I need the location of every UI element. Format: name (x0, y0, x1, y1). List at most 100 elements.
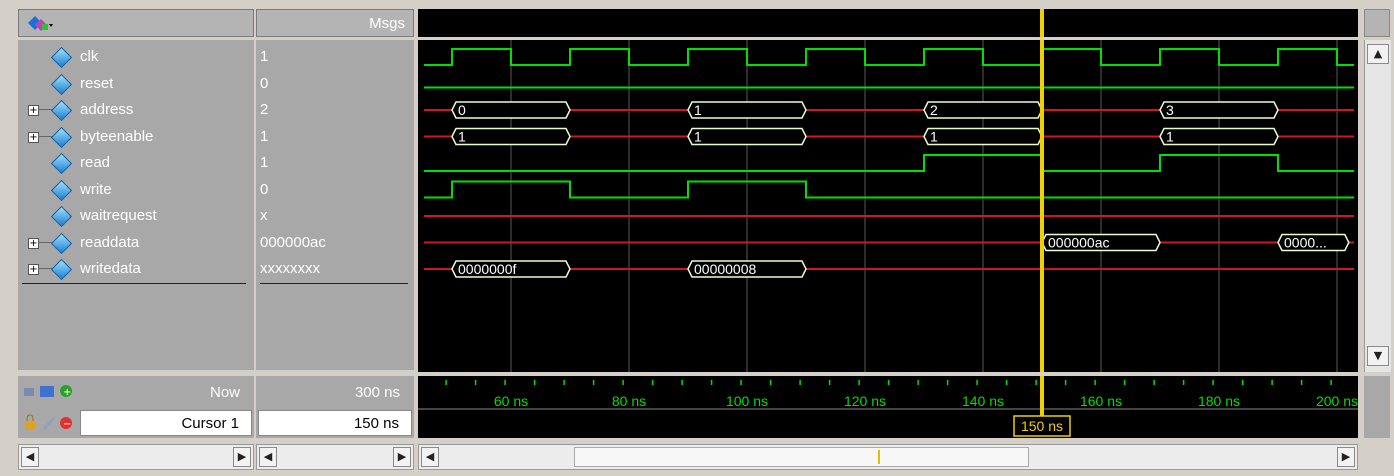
names-header (18, 9, 254, 37)
footer-corner (1364, 376, 1390, 438)
address-bus-segment (1159, 101, 1279, 119)
insertion-line (260, 283, 408, 284)
values-header: Msgs (256, 9, 414, 37)
insertion-line (22, 283, 246, 284)
signal-name: waitrequest (80, 207, 157, 224)
names-scroll-left[interactable]: ◀ (21, 447, 39, 467)
byteenable-bus-segment (687, 127, 807, 146)
msgs-header-label: Msgs (369, 15, 405, 32)
write-waveform (424, 180, 1354, 199)
scroll-down-button[interactable]: ▼ (1367, 346, 1389, 366)
writedata-bus-segment-label: 00000008 (694, 261, 757, 277)
signal-names-panel: clk reset + address + byteenable read write wait… (18, 40, 254, 370)
cursor-line-header (1040, 9, 1044, 37)
signal-name: byteenable (80, 127, 154, 145)
wave-scroll-right[interactable]: ▶ (1337, 447, 1355, 467)
signal-diamond-icon (50, 99, 73, 122)
cursor-position-marker (878, 450, 880, 464)
cursor-label: Cursor 1 (181, 415, 239, 432)
expand-icon[interactable]: + (28, 264, 39, 275)
waveform-canvas: 0 1 2 3 1 1 1 1 000000ac 0000... 0000000f 00000008 (424, 40, 1354, 372)
ruler-tick-label: 160 ns (1080, 393, 1122, 409)
value-row-write[interactable]: 0 (256, 177, 414, 203)
value-row-address[interactable]: 2 (256, 97, 414, 123)
signal-row-clk[interactable]: clk (18, 44, 254, 70)
byteenable-bus-segment (451, 127, 571, 146)
address-bus-segment-label: 3 (1166, 102, 1174, 118)
address-bus-segment (923, 101, 1043, 119)
signal-name: reset (80, 74, 114, 92)
signal-row-readdata[interactable]: + readdata (18, 230, 254, 256)
values-hscrollbar[interactable]: ◀ ▶ (256, 444, 414, 470)
signal-value: 1 (260, 48, 269, 65)
signal-value: 2 (260, 101, 269, 118)
signal-row-write[interactable]: write (18, 177, 254, 203)
value-row-waitrequest[interactable]: x (256, 203, 414, 229)
values-scroll-right[interactable]: ▶ (393, 447, 411, 467)
signal-values-panel: 1 0 2 1 1 0 x 000000ac xxxxxxxx (256, 40, 414, 370)
signal-row-writedata[interactable]: + writedata (18, 256, 254, 282)
byteenable-bus-segment-label: 1 (694, 129, 702, 145)
scroll-up-button[interactable]: ▲ (1367, 44, 1389, 64)
wave-hscrollbar[interactable]: ◀ ▶ (418, 444, 1358, 470)
byteenable-bus-segment-label: 1 (930, 129, 938, 145)
ruler-tick-label: 200 ns (1316, 393, 1358, 409)
expand-icon[interactable]: + (28, 237, 39, 249)
signal-name: address (80, 101, 134, 118)
byteenable-bus-segment-label: 1 (1166, 129, 1174, 145)
names-hscrollbar[interactable]: ◀ ▶ (18, 444, 254, 470)
signal-name: readdata (80, 233, 140, 251)
signal-row-address[interactable]: + address (18, 97, 254, 123)
ruler-tick-label: 100 ns (726, 393, 768, 409)
readdata-bus-segment-label: 0000... (1284, 235, 1327, 251)
values-scroll-left[interactable]: ◀ (259, 447, 277, 467)
clk-waveform (424, 48, 1354, 66)
now-icons[interactable]: + (22, 382, 82, 404)
timeline-ruler[interactable]: 60 ns 80 ns 100 ns 120 ns 140 ns 160 ns 180 ns… (418, 376, 1358, 438)
wave-tool-icon[interactable] (27, 14, 53, 34)
signal-name: write (80, 180, 112, 198)
cursor-value: 150 ns (353, 415, 399, 432)
waveform-area[interactable]: 0 1 2 3 1 1 1 1 000000ac 0000... 0000000f 00000008 (418, 40, 1358, 372)
wave-header (418, 9, 1358, 37)
signal-row-byteenable[interactable]: + byteenable (18, 124, 254, 150)
expand-icon[interactable]: + (28, 105, 39, 116)
cursor-flag-label: 150 ns (1021, 418, 1063, 434)
footer-values-panel: 300 ns 150 ns (256, 376, 414, 438)
address-bus-segment-label: 2 (930, 102, 938, 118)
vertical-scrollbar[interactable]: ▲ ▼ (1364, 40, 1391, 372)
writedata-bus-segment-label: 0000000f (458, 261, 517, 277)
signal-row-read[interactable]: read (18, 150, 254, 176)
byteenable-bus-segment-label: 1 (458, 129, 466, 145)
names-scroll-right[interactable]: ▶ (233, 447, 251, 467)
cursor-icons[interactable]: − (22, 414, 82, 436)
byteenable-bus-segment (923, 127, 1043, 146)
value-row-clk[interactable]: 1 (256, 44, 414, 70)
signal-row-reset[interactable]: reset (18, 71, 254, 97)
value-row-read[interactable]: 1 (256, 150, 414, 176)
cursor-name-field[interactable]: Cursor 1 (80, 410, 252, 436)
now-label: Now (209, 384, 240, 401)
signal-row-waitrequest[interactable]: waitrequest (18, 203, 254, 229)
signal-diamond-icon (50, 205, 73, 228)
expand-icon[interactable]: + (28, 131, 39, 143)
value-row-readdata[interactable]: 000000ac (256, 230, 414, 256)
address-bus-segment-label: 1 (694, 102, 702, 118)
ruler-tick-label: 80 ns (612, 393, 646, 409)
wave-scroll-thumb[interactable] (574, 447, 1029, 467)
cursor-value-field[interactable]: 150 ns (258, 410, 412, 436)
address-bus-segment (687, 101, 807, 119)
value-row-reset[interactable]: 0 (256, 71, 414, 97)
signal-name: clk (80, 48, 99, 65)
header-corner (1364, 9, 1390, 37)
signal-diamond-icon (50, 46, 73, 69)
signal-name: writedata (80, 260, 141, 277)
timeline-canvas: 60 ns 80 ns 100 ns 120 ns 140 ns 160 ns 180 ns… (418, 376, 1358, 437)
signal-value: 1 (260, 154, 269, 171)
wave-scroll-left[interactable]: ◀ (421, 447, 439, 467)
svg-text:+: + (63, 387, 71, 398)
footer-names-panel: + Now − Cursor 1 (18, 376, 254, 438)
value-row-byteenable[interactable]: 1 (256, 124, 414, 150)
signal-value: 0 (260, 74, 269, 92)
value-row-writedata[interactable]: xxxxxxxx (256, 256, 414, 282)
